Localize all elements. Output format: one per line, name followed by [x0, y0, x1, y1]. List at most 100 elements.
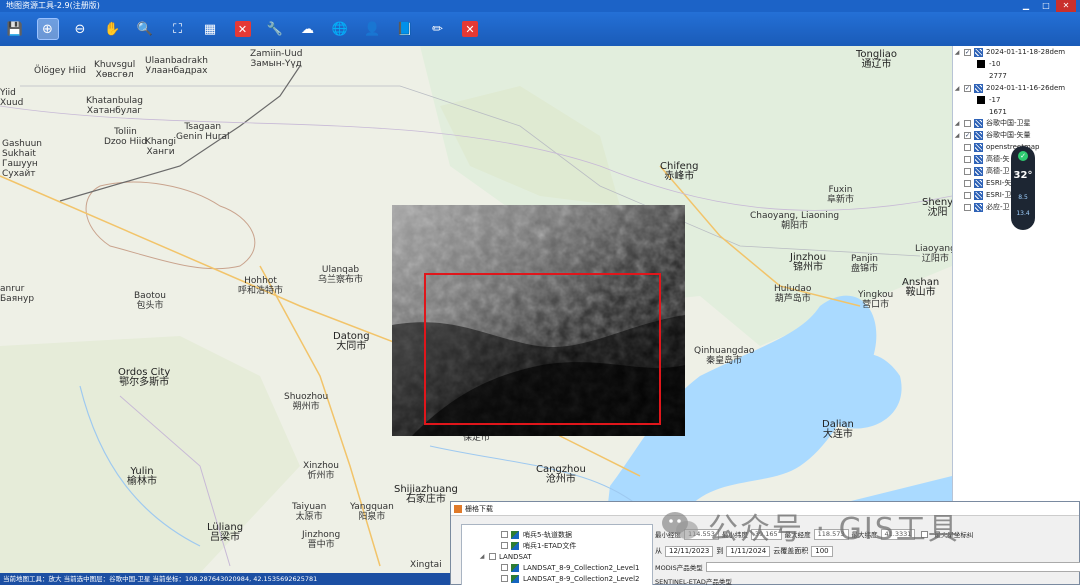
tree-checkbox[interactable] — [501, 542, 508, 549]
city-tsagaan: Tsagaan Genin Hural — [176, 122, 230, 142]
pan-hand-icon[interactable]: ✋ — [102, 18, 124, 40]
performance-gauge[interactable]: ✓ 32° 8.5 13.4 — [1011, 146, 1035, 230]
map-canvas[interactable]: Tongliao 通辽市 Chifeng 赤峰市 Fuxin 阜新市 Chaoyang… — [0, 46, 952, 573]
minimize-button[interactable]: ▁ — [1016, 0, 1036, 12]
city-tongliao: Tongliao 通辽市 — [856, 49, 898, 70]
dataset-tree[interactable]: 哨兵5-轨道数据 哨兵1-ETAD文件 ◢ LANDSAT LANDSAT_8-… — [461, 524, 653, 585]
tree-checkbox[interactable] — [501, 575, 508, 582]
layer-icon — [974, 47, 983, 57]
status-bar: 当前地图工具：放大 当前选中图层：谷歌中国-卫星 当前坐标：108.287643… — [0, 573, 450, 585]
layer-item[interactable]: 高德-矢 — [953, 153, 1010, 165]
layer-item[interactable]: ◢ ✓ 谷歌中国-矢量 — [953, 129, 1031, 141]
zoom-in-icon[interactable]: ⊕ — [36, 18, 59, 40]
layer-item[interactable]: ◢ ✓ 2024-01-11-16-26dem — [953, 82, 1065, 94]
wrench-icon[interactable]: 🔧 — [264, 18, 286, 40]
city-edge-left: Yiid Xuud — [0, 88, 24, 108]
user-icon[interactable]: 👤 — [362, 18, 384, 40]
save-icon[interactable]: 💾 — [4, 18, 26, 40]
download-speed: 13.4 — [1016, 210, 1030, 217]
city-fuxin: Fuxin 阜新市 — [827, 185, 855, 205]
collapse-icon[interactable]: ◢ — [953, 49, 961, 56]
collapse-icon[interactable]: ◢ — [478, 553, 486, 560]
layer-item[interactable]: ◢ ✓ 2024-01-11-18-28dem — [953, 46, 1065, 58]
zoom-out-icon[interactable]: ⊖ — [69, 18, 91, 40]
layer-item[interactable]: 高德-卫 — [953, 165, 1010, 177]
city-jinzhou: Jinzhou 锦州市 — [790, 252, 827, 273]
layer-checkbox[interactable] — [964, 179, 971, 187]
layer-item[interactable]: 必应-卫 — [953, 201, 1010, 213]
dem-extent-box[interactable] — [424, 273, 661, 425]
book-icon[interactable]: 📘 — [394, 18, 416, 40]
city-jinzhong: Jinzhong 晋中市 — [302, 530, 341, 550]
globe-icon[interactable]: 🌐 — [329, 18, 351, 40]
city-yingkou: Yingkou 营口市 — [858, 290, 894, 310]
city-hohhot: Hohhot 呼和浩特市 — [238, 276, 284, 296]
maximize-button[interactable]: □ — [1036, 0, 1056, 12]
tree-checkbox[interactable] — [501, 531, 508, 538]
tree-group[interactable]: ◢ LANDSAT — [478, 551, 532, 562]
modis-product-select[interactable] — [705, 562, 1080, 572]
city-gashuun-cyrillic: Гашуун Сухайт — [2, 159, 38, 179]
app-icon — [454, 505, 462, 513]
city-ulanqab: Ulanqab 乌兰察布市 — [318, 265, 364, 285]
city-shenyang: Sheny 沈阳 — [922, 197, 952, 218]
legend-min — [977, 94, 985, 106]
grid-icon[interactable]: ▦ — [199, 18, 221, 40]
select-region-icon[interactable]: ⛶ — [167, 18, 189, 40]
city-baotou: Baotou 包头市 — [134, 291, 166, 311]
layer-checkbox[interactable] — [964, 143, 971, 151]
close-window-button[interactable]: ✕ — [1056, 0, 1076, 12]
tree-item[interactable]: 哨兵1-ETAD文件 — [498, 540, 576, 551]
city-datong: Datong 大同市 — [333, 331, 370, 352]
layer-item[interactable]: ESRI-卫 — [953, 189, 1011, 201]
layer-item[interactable]: ESRI-矢 — [953, 177, 1011, 189]
layer-item[interactable]: ◢ 谷歌中国-卫星 — [953, 117, 1031, 129]
layer-checkbox[interactable]: ✓ — [964, 48, 971, 56]
pencil-icon[interactable]: ✏ — [427, 18, 449, 40]
tree-item[interactable]: 哨兵5-轨道数据 — [498, 529, 572, 540]
collapse-icon[interactable]: ◢ — [953, 120, 961, 127]
layer-checkbox[interactable] — [964, 119, 971, 127]
city-khangi: Khangi Ханги — [145, 137, 177, 157]
city-yangquan: Yangquan 阳泉市 — [350, 502, 394, 522]
city-yulin: Yulin 榆林市 — [127, 466, 157, 487]
tree-checkbox[interactable] — [501, 564, 508, 571]
layer-checkbox[interactable] — [964, 191, 971, 199]
layer-checkbox[interactable] — [964, 167, 971, 175]
legend-min-value: -10 — [989, 60, 1001, 68]
layer-icon — [974, 142, 983, 152]
tree-item[interactable]: LANDSAT_8-9_Collection2_Level1 — [498, 562, 640, 573]
collapse-icon[interactable]: ◢ — [953, 132, 961, 139]
layer-icon — [974, 154, 983, 164]
legend-min — [977, 58, 985, 70]
layer-icon — [974, 166, 983, 176]
city-toliin: Toliin Dzoo Hiid — [104, 127, 148, 147]
layer-icon — [974, 130, 983, 140]
close-red-icon[interactable]: ✕ — [462, 21, 478, 37]
tree-item[interactable]: LANDSAT_8-9_Collection2_Level2 — [498, 573, 640, 584]
city-khatanbulag: Khatanbulag Хатанбулаг — [86, 96, 144, 116]
window-controls: ▁ □ ✕ — [1016, 0, 1076, 12]
cloud-icon[interactable]: ☁ — [297, 18, 319, 40]
magnifier-icon[interactable]: 🔍 — [134, 18, 156, 40]
city-luliang: Lüliang 吕梁市 — [207, 522, 244, 543]
layer-panel: ◢ ✓ 2024-01-11-18-28dem -10 2777 ◢ ✓ 202… — [952, 46, 1080, 501]
city-ordos: Ordos City 鄂尔多斯市 — [118, 367, 171, 388]
watermark-text: 公众号 · GIS工具 — [708, 512, 960, 547]
collapse-icon[interactable]: ◢ — [953, 85, 961, 92]
layer-checkbox[interactable] — [964, 155, 971, 163]
layer-checkbox[interactable]: ✓ — [964, 131, 971, 139]
city-taiyuan: Taiyuan 太原市 — [292, 502, 327, 522]
from-date-picker[interactable]: 12/11/2023 — [665, 545, 714, 557]
legend-max-value: 2777 — [989, 72, 1007, 80]
layer-icon — [974, 118, 983, 128]
clear-red-icon[interactable]: ✕ — [234, 21, 251, 37]
layer-checkbox[interactable]: ✓ — [964, 84, 971, 92]
city-qinhuangdao: Qinhuangdao 秦皇岛市 — [694, 346, 755, 366]
dialog-title: 栅格下载 — [465, 505, 493, 513]
tree-checkbox[interactable] — [489, 553, 496, 560]
wechat-icon — [662, 512, 698, 539]
city-shuozhou: Shuozhou 朔州市 — [284, 392, 329, 412]
check-icon: ✓ — [1018, 151, 1028, 161]
layer-checkbox[interactable] — [964, 203, 971, 211]
